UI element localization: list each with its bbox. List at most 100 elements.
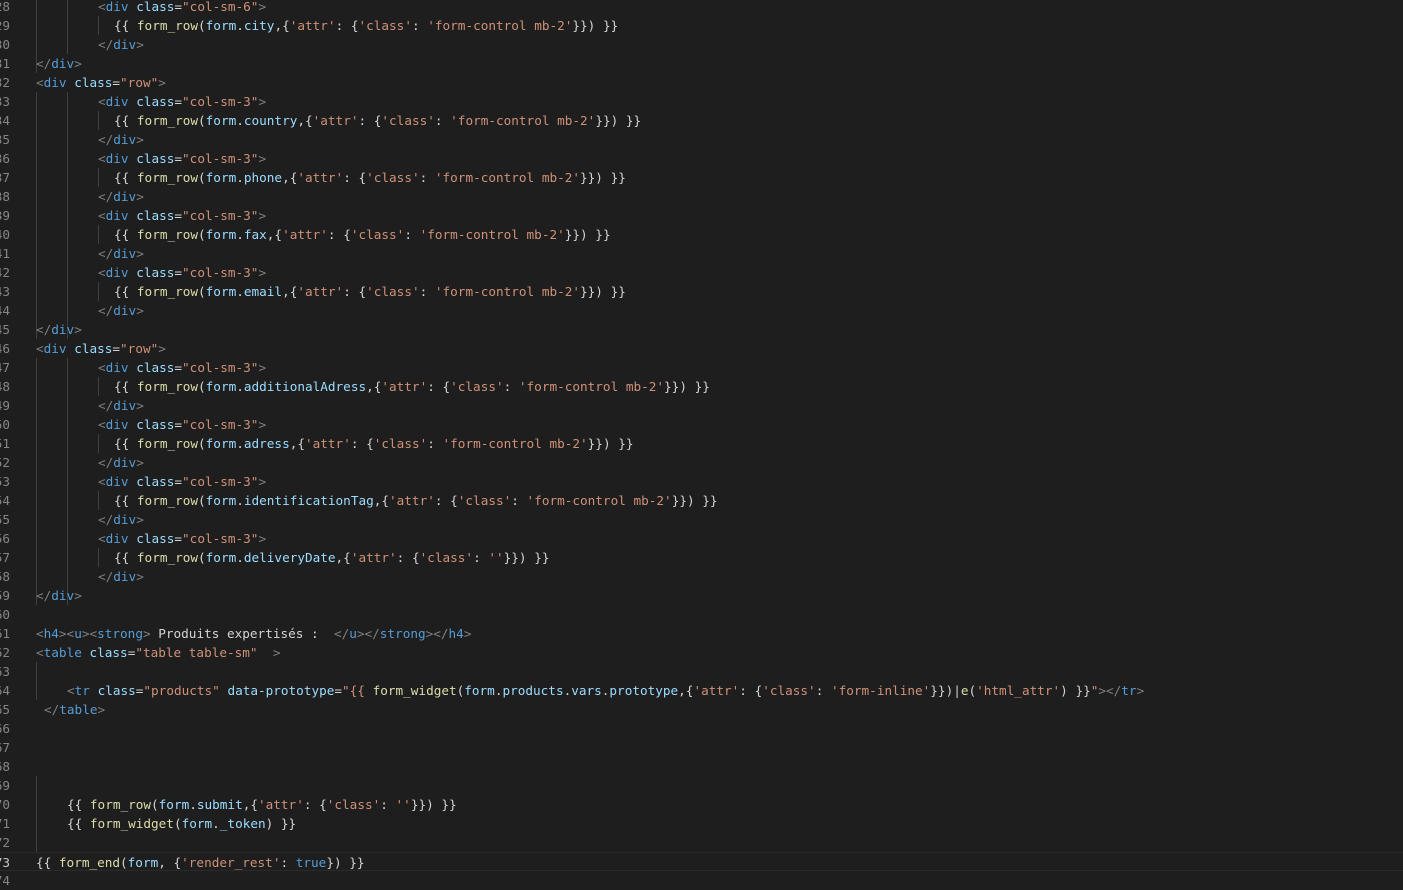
code-line[interactable]: 61<h4><u><strong> Produits expertisés : … xyxy=(0,624,1403,643)
code-token: {{ xyxy=(114,493,137,508)
code-line[interactable]: 65 </table> xyxy=(0,700,1403,719)
code-token: 'class' xyxy=(419,550,474,565)
code-line[interactable]: 62 <table class="table table-sm" > xyxy=(0,643,1403,662)
line-number: 33 xyxy=(0,94,10,109)
code-line[interactable]: 46 <div class="row"> xyxy=(0,339,1403,358)
code-token: 'class' xyxy=(373,436,428,451)
code-token: > xyxy=(136,37,144,52)
code-line[interactable]: 53 <div class="col-sm-3"> xyxy=(0,472,1403,491)
code-token: < xyxy=(67,683,75,698)
code-token: > xyxy=(136,398,144,413)
code-line[interactable]: 39 <div class="col-sm-3"> xyxy=(0,206,1403,225)
code-text: <div class="col-sm-3"> xyxy=(98,529,266,548)
code-line[interactable]: 43 {{ form_row(form.email,{'attr': {'clas… xyxy=(0,282,1403,301)
code-token: < xyxy=(98,531,106,546)
code-token: {{ xyxy=(114,227,137,242)
code-token: < xyxy=(98,417,106,432)
code-token: form xyxy=(127,855,159,870)
code-token: . xyxy=(236,18,244,33)
code-line[interactable]: 69 xyxy=(0,776,1403,795)
code-token: form_row xyxy=(136,550,199,565)
line-number: 29 xyxy=(0,18,10,33)
code-line[interactable]: 71 {{ form_widget(form._token) }} xyxy=(0,814,1403,833)
code-token: . xyxy=(212,816,220,831)
code-token: 'attr' xyxy=(289,18,336,33)
code-line[interactable]: 48 {{ form_row(form.additionalAdress,{'at… xyxy=(0,377,1403,396)
code-token: form xyxy=(205,227,237,242)
code-line[interactable]: 35 </div> xyxy=(0,130,1403,149)
code-line[interactable]: 31 </div> xyxy=(0,54,1403,73)
code-line[interactable]: 55 </div> xyxy=(0,510,1403,529)
code-token: </ xyxy=(98,512,114,527)
code-line[interactable]: 41 </div> xyxy=(0,244,1403,263)
code-line[interactable]: 47 <div class="col-sm-3"> xyxy=(0,358,1403,377)
code-line[interactable]: 56 <div class="col-sm-3"> xyxy=(0,529,1403,548)
code-token: < xyxy=(98,474,106,489)
code-line[interactable]: 60 xyxy=(0,605,1403,624)
code-line[interactable]: 51 {{ form_row(form.adress,{'attr': {'cla… xyxy=(0,434,1403,453)
code-token: city xyxy=(243,18,275,33)
code-line[interactable]: 33 <div class="col-sm-3"> xyxy=(0,92,1403,111)
code-token: 'attr' xyxy=(297,170,344,185)
code-token: form_widget xyxy=(89,816,174,831)
code-line[interactable]: 66 xyxy=(0,719,1403,738)
code-token: ,{ xyxy=(373,493,390,508)
code-token: : xyxy=(419,284,435,299)
code-line[interactable]: 42 <div class="col-sm-3"> xyxy=(0,263,1403,282)
code-token: ,{ xyxy=(366,379,382,394)
code-line[interactable]: 57 {{ form_row(form.deliveryDate,{'attr':… xyxy=(0,548,1403,567)
code-line[interactable]: 54 {{ form_row(form.identificationTag,{'a… xyxy=(0,491,1403,510)
code-line[interactable]: 49 </div> xyxy=(0,396,1403,415)
code-line[interactable]: 50 <div class="col-sm-3"> xyxy=(0,415,1403,434)
code-token: div xyxy=(43,341,75,356)
code-token: }}) }} xyxy=(580,170,626,185)
code-editor[interactable]: 28<div class="col-sm-6">29{{ form_row(fo… xyxy=(0,0,1403,890)
code-line[interactable]: 70 {{ form_row(form.submit,{'attr': {'cla… xyxy=(0,795,1403,814)
code-token: class xyxy=(136,531,175,546)
code-line[interactable]: 68 xyxy=(0,757,1403,776)
code-token: }}) }} xyxy=(587,436,634,451)
code-token: }})| xyxy=(930,683,961,698)
code-line[interactable]: 29 {{ form_row(form.city,{'attr': {'class… xyxy=(0,16,1403,35)
code-line[interactable]: 44 </div> xyxy=(0,301,1403,320)
code-token: 'attr' xyxy=(297,284,344,299)
code-line[interactable]: 40 {{ form_row(form.fax,{'attr': {'class'… xyxy=(0,225,1403,244)
code-token: class xyxy=(136,474,175,489)
code-line-current[interactable]: 73 {{ form_end(form, {'render_rest': true… xyxy=(0,852,1403,871)
code-line[interactable]: 67 xyxy=(0,738,1403,757)
code-token: {{ xyxy=(114,379,137,394)
code-line[interactable]: 63 xyxy=(0,662,1403,681)
code-line[interactable]: 45 </div> xyxy=(0,320,1403,339)
code-token: {{ xyxy=(67,816,90,831)
code-line[interactable]: 64<tr class="products" data-prototype="{… xyxy=(0,681,1403,700)
code-token: ( xyxy=(198,284,206,299)
code-token: div xyxy=(43,75,75,90)
code-token: div xyxy=(51,56,75,71)
code-line[interactable]: 36 <div class="col-sm-3"> xyxy=(0,149,1403,168)
code-line[interactable]: 74 xyxy=(0,871,1403,890)
code-line[interactable]: 34 {{ form_row(form.country,{'attr': {'cl… xyxy=(0,111,1403,130)
code-token: : { xyxy=(335,18,359,33)
code-token: e xyxy=(960,683,969,698)
code-token: form_row xyxy=(136,379,199,394)
code-line[interactable]: 72 xyxy=(0,833,1403,852)
code-token: div xyxy=(113,398,137,413)
code-line[interactable]: 28 <div class="col-sm-6"> xyxy=(0,0,1403,16)
code-text: </div> xyxy=(98,453,144,472)
code-line[interactable]: 30 </div> xyxy=(0,35,1403,54)
code-token: ,{ xyxy=(335,550,351,565)
code-line[interactable]: 52 </div> xyxy=(0,453,1403,472)
code-line[interactable]: 59 </div> xyxy=(0,586,1403,605)
code-line[interactable]: 58 </div> xyxy=(0,567,1403,586)
code-token: form_widget xyxy=(372,683,457,698)
code-token: : xyxy=(404,227,420,242)
code-token: vars xyxy=(571,683,602,698)
code-token: : xyxy=(503,379,519,394)
code-line[interactable]: 32 <div class="row"> xyxy=(0,73,1403,92)
code-token: = xyxy=(174,531,183,546)
code-line[interactable]: 38 </div> xyxy=(0,187,1403,206)
line-number: 42 xyxy=(0,265,10,280)
code-token: 'form-control mb-2' xyxy=(518,379,665,394)
code-token: ( xyxy=(968,683,977,698)
code-line[interactable]: 37 {{ form_row(form.phone,{'attr': {'clas… xyxy=(0,168,1403,187)
